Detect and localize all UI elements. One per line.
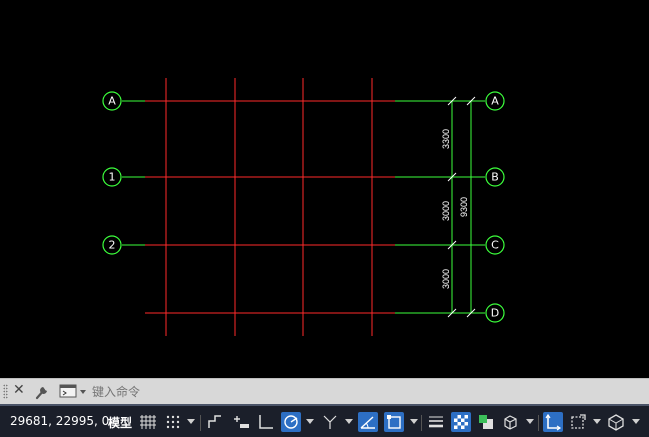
dimension-text-seg2: 3000 <box>441 201 451 221</box>
polar-tracking-icon[interactable] <box>281 412 301 432</box>
object-snap-icon[interactable] <box>384 412 404 432</box>
svg-text:A: A <box>108 95 116 108</box>
red-vertical-grid-lines <box>165 78 373 336</box>
command-input[interactable] <box>92 382 632 401</box>
command-line-bar: ✕ <box>0 378 649 404</box>
dimension-text-seg1: 3300 <box>441 129 451 149</box>
dimension-text-seg3: 3000 <box>441 269 451 289</box>
drawing-canvas[interactable]: 3300 3000 3000 9300 A 1 2 A B C D <box>0 0 649 378</box>
dimension-text-total: 9300 <box>459 197 469 217</box>
snap-icon[interactable] <box>163 412 183 432</box>
3d-osnap-dropdown-arrow[interactable] <box>526 419 534 424</box>
object-snap-tracking-icon[interactable] <box>358 412 378 432</box>
isometric-dropdown-arrow[interactable] <box>345 419 353 424</box>
grid-bubble-left-a: A <box>102 91 122 111</box>
infer-constraints-icon[interactable] <box>205 412 225 432</box>
grip-handle-icon[interactable] <box>3 384 8 399</box>
object-snap-dropdown-arrow[interactable] <box>410 419 418 424</box>
close-icon[interactable]: ✕ <box>13 382 25 398</box>
transparency-icon[interactable] <box>451 412 471 432</box>
model-space-button[interactable]: 模型 <box>108 414 132 431</box>
svg-text:2: 2 <box>109 239 116 252</box>
svg-text:D: D <box>491 307 499 320</box>
svg-text:C: C <box>491 239 499 252</box>
svg-text:B: B <box>491 171 499 184</box>
wrench-icon[interactable] <box>34 382 50 400</box>
coordinate-readout[interactable]: 29681, 22995, 0 <box>10 414 109 428</box>
gizmo-dropdown-arrow[interactable] <box>632 419 640 424</box>
red-horizontal-grid-lines <box>145 100 395 314</box>
ortho-icon[interactable] <box>256 412 276 432</box>
grid-icon[interactable] <box>138 412 158 432</box>
3d-osnap-icon[interactable] <box>500 412 520 432</box>
gizmo-icon[interactable] <box>606 412 626 432</box>
polar-dropdown-arrow[interactable] <box>306 419 314 424</box>
lineweight-icon[interactable] <box>426 412 446 432</box>
selection-filter-dropdown-arrow[interactable] <box>593 419 601 424</box>
grid-bubble-left-2: 2 <box>102 235 122 255</box>
command-prompt-icon[interactable] <box>58 382 88 401</box>
grid-bubble-right-d: D <box>485 303 505 323</box>
selection-filter-icon[interactable] <box>568 412 588 432</box>
grid-bubble-right-b: B <box>485 167 505 187</box>
isometric-icon[interactable] <box>320 412 340 432</box>
status-bar: 29681, 22995, 0 模型 <box>0 404 649 437</box>
dynamic-input-icon[interactable] <box>231 412 251 432</box>
grid-bubble-right-c: C <box>485 235 505 255</box>
grid-bubble-right-a: A <box>485 91 505 111</box>
svg-text:A: A <box>491 95 499 108</box>
selection-cycling-icon[interactable] <box>476 412 496 432</box>
svg-text:1: 1 <box>109 171 116 184</box>
dynamic-ucs-icon[interactable] <box>543 412 563 432</box>
snap-dropdown-arrow[interactable] <box>187 419 195 424</box>
grid-bubble-left-1: 1 <box>102 167 122 187</box>
